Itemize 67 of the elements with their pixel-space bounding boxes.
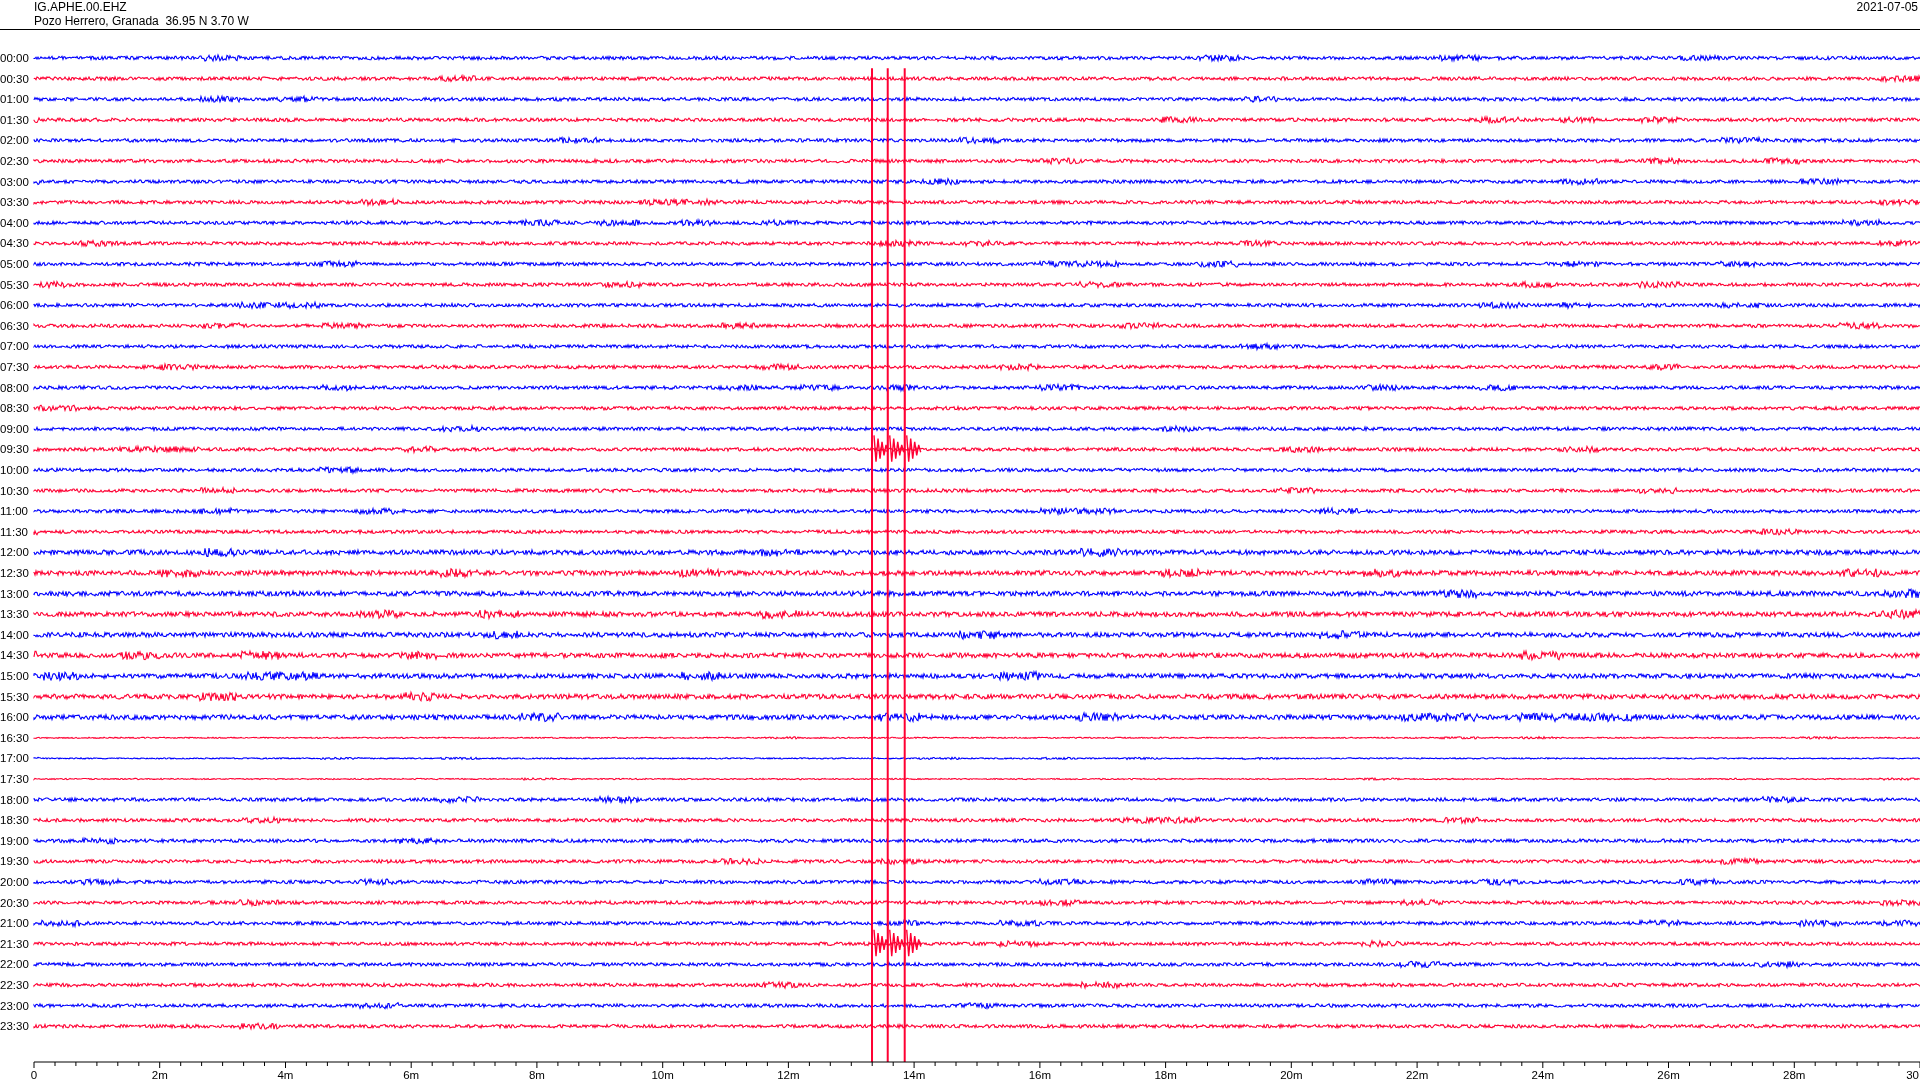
axis-tick-label: 10m (651, 1069, 674, 1080)
time-label: 21:30 (0, 937, 29, 950)
axis-tick-label: 14m (902, 1069, 926, 1080)
time-label: 02:30 (0, 155, 29, 167)
time-label: 13:00 (0, 587, 29, 600)
time-label: 20:00 (0, 876, 29, 888)
axis-tick-label: 22m (1405, 1069, 1429, 1080)
time-label: 08:30 (0, 402, 29, 415)
time-label: 11:00 (0, 505, 28, 518)
time-label: 09:00 (0, 422, 29, 435)
axis-tick-label: 26m (1657, 1069, 1680, 1080)
axis-tick-label: 6m (403, 1069, 420, 1080)
time-label: 00:00 (0, 52, 29, 64)
time-label: 23:00 (0, 999, 29, 1012)
axis-tick-label: 20m (1280, 1069, 1303, 1080)
axis-tick-label: 0 (30, 1069, 38, 1080)
axis-tick-label: 2m (151, 1069, 168, 1080)
time-label: 06:00 (0, 299, 29, 312)
axis-tick-label: 12m (777, 1069, 800, 1080)
time-label: 12:00 (0, 546, 29, 559)
time-label: 17:30 (0, 773, 29, 785)
axis-tick-label: 30 (1906, 1069, 1919, 1080)
station-code: IG.APHE.00.EHZ (34, 0, 127, 14)
time-label: 07:30 (0, 361, 29, 373)
time-label: 09:30 (0, 443, 29, 456)
time-label: 04:30 (0, 237, 29, 250)
axis-tick-label: 4m (277, 1069, 294, 1080)
axis-tick-label: 18m (1154, 1069, 1177, 1080)
time-label: 18:30 (0, 814, 29, 827)
time-label: 06:30 (0, 319, 29, 332)
time-label: 20:30 (0, 896, 29, 909)
time-label: 00:30 (0, 72, 29, 85)
time-label: 19:30 (0, 855, 29, 868)
time-label: 16:30 (0, 731, 29, 744)
axis-tick-label: 16m (1028, 1069, 1052, 1080)
time-label: 22:30 (0, 979, 29, 991)
time-label: 12:30 (0, 567, 29, 579)
time-label: 22:00 (0, 958, 29, 971)
axis-tick-label: 28m (1783, 1069, 1806, 1080)
time-label: 17:00 (0, 752, 29, 765)
time-label: 14:30 (0, 649, 29, 662)
time-label: 04:00 (0, 216, 29, 229)
station-location: Pozo Herrero, Granada 36.95 N 3.70 W (34, 14, 249, 28)
time-label: 03:00 (0, 175, 29, 188)
time-label: 11:30 (0, 525, 28, 538)
time-label: 21:00 (0, 917, 29, 930)
time-label: 07:00 (0, 340, 29, 353)
time-label: 16:00 (0, 711, 29, 724)
time-label: 14:00 (0, 628, 29, 641)
plot-date: 2021-07-05 (1856, 0, 1918, 14)
time-label: 10:30 (0, 484, 29, 497)
axis-tick-label: 8m (528, 1069, 545, 1080)
time-label: 01:30 (0, 113, 29, 126)
time-label: 10:00 (0, 464, 29, 476)
time-label: 18:00 (0, 793, 29, 806)
time-label: 13:30 (0, 608, 29, 621)
time-label: 01:00 (0, 93, 29, 106)
time-label: 19:00 (0, 834, 29, 847)
time-label: 15:30 (0, 690, 29, 703)
time-label: 03:30 (0, 196, 29, 209)
axis-tick-label: 24m (1531, 1069, 1554, 1080)
time-label: 23:30 (0, 1020, 29, 1033)
time-label: 15:00 (0, 670, 29, 682)
time-label: 08:00 (0, 381, 29, 394)
time-label: 05:00 (0, 258, 29, 270)
time-label: 02:00 (0, 134, 29, 147)
time-label: 05:30 (0, 278, 29, 291)
